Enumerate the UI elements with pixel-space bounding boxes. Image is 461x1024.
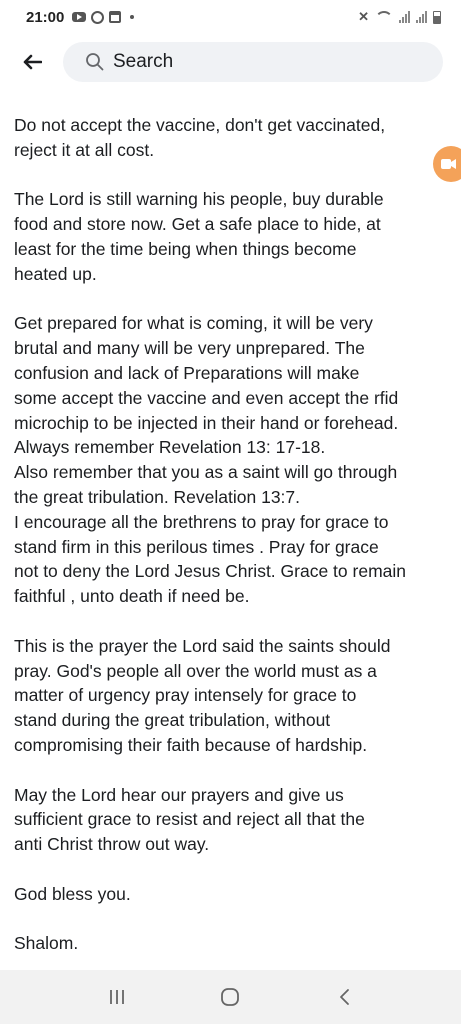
status-left: 21:00 — [26, 8, 135, 26]
post-line: anti Christ throw out way. — [14, 834, 210, 855]
youtube-icon — [72, 12, 87, 22]
post-line: compromising their faith because of hard… — [14, 734, 368, 755]
post-line: Shalom. — [14, 933, 79, 954]
post-line: food and store now. Get a safe place to … — [14, 214, 381, 235]
home-icon — [221, 988, 240, 1006]
post-line: Always remember Revelation 13: 17-18. — [14, 437, 326, 458]
back-icon — [340, 989, 350, 1005]
whatsapp-icon — [91, 10, 105, 24]
video-icon — [441, 159, 456, 169]
system-nav-bar — [0, 970, 461, 1024]
post-line: The Lord is still warning his people, bu… — [14, 189, 384, 210]
status-right: ✕ — [358, 9, 441, 25]
post-line: God bless you. — [14, 883, 131, 904]
post-paragraph: This is the prayer the Lord said the sai… — [14, 634, 454, 758]
post-paragraph: Do not accept the vaccine, don't get vac… — [14, 113, 454, 163]
post-paragraph: Get prepared for what is coming, it will… — [14, 311, 454, 609]
post-line: some accept the vaccine and even accept … — [14, 387, 399, 408]
post-line: reject it at all cost. — [14, 139, 155, 160]
post-line: Do not accept the vaccine, don't get vac… — [14, 115, 386, 135]
post-line: brutal and many will be very unprepared.… — [14, 338, 365, 359]
back-button[interactable] — [17, 47, 47, 77]
search-icon — [86, 53, 104, 71]
post-paragraph: Shalom. — [14, 931, 454, 956]
post-line: I encourage all the brethrens to pray fo… — [14, 511, 389, 532]
post-line: Also remember that you as a saint will g… — [14, 462, 398, 483]
post-line: faithful , unto death if need be. — [14, 586, 250, 607]
post-line: sufficient grace to resist and reject al… — [14, 809, 365, 830]
post-paragraph: God bless you. — [14, 882, 454, 907]
calendar-icon — [109, 11, 122, 23]
post-line: heated up. — [14, 263, 97, 284]
post-line: microchip to be injected in their hand o… — [14, 412, 399, 433]
search-label: Search — [113, 51, 174, 72]
status-time: 21:00 — [26, 8, 65, 26]
post-line: not to deny the Lord Jesus Christ. Grace… — [14, 561, 406, 582]
post-line: This is the prayer the Lord said the sai… — [14, 635, 391, 656]
floating-video-bubble[interactable] — [433, 146, 461, 182]
back-arrow-icon — [23, 54, 42, 70]
post-paragraph: May the Lord hear our prayers and give u… — [14, 783, 454, 857]
post-line: least for the time being when things bec… — [14, 238, 357, 259]
post-line: matter of urgency pray intensely for gra… — [14, 685, 357, 706]
dot-icon — [130, 15, 135, 19]
post-line: May the Lord hear our prayers and give u… — [14, 784, 344, 805]
signal-icon — [399, 11, 410, 23]
post-paragraph: The Lord is still warning his people, bu… — [14, 187, 454, 286]
post-text: Do not accept the vaccine, don't get vac… — [14, 113, 454, 956]
home-button[interactable] — [210, 977, 250, 1017]
recent-apps-icon — [109, 990, 124, 1004]
post-line: Get prepared for what is coming, it will… — [14, 313, 373, 334]
signal-icon — [416, 11, 427, 23]
battery-icon — [433, 10, 441, 24]
mute-icon: ✕ — [358, 9, 369, 24]
post-line: pray. God's people all over the world mu… — [14, 660, 377, 681]
post-line: the great tribulation. Revelation 13:7. — [14, 486, 301, 507]
top-bar: Search — [0, 40, 461, 84]
search-input[interactable]: Search — [63, 42, 443, 82]
post-line: stand firm in this perilous times . Pray… — [14, 536, 379, 557]
post-line: stand during the great tribulation, with… — [14, 710, 331, 731]
wifi-icon — [375, 11, 393, 23]
nav-back-button[interactable] — [324, 977, 364, 1017]
post-line: confusion and lack of Preparations will … — [14, 362, 360, 383]
status-bar: 21:00 ✕ — [0, 0, 461, 34]
recent-apps-button[interactable] — [97, 977, 137, 1017]
